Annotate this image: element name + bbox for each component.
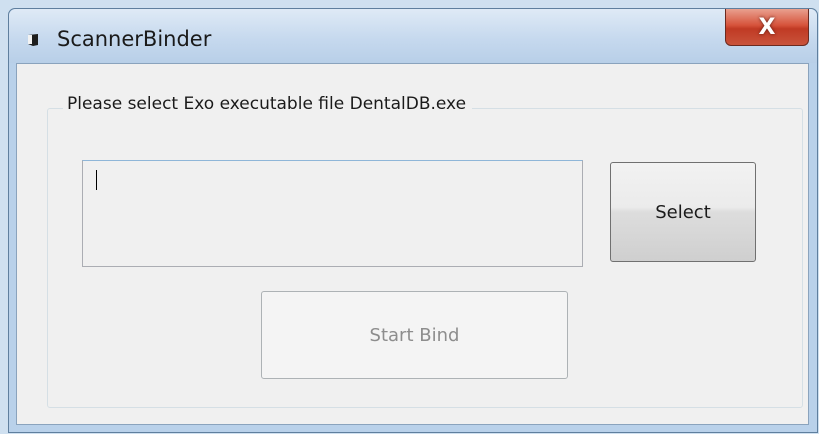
- select-button[interactable]: Select: [610, 162, 756, 262]
- groupbox-label: Please select Exo executable file Dental…: [63, 94, 473, 114]
- start-bind-button[interactable]: Start Bind: [261, 291, 568, 379]
- close-button[interactable]: X: [725, 9, 809, 46]
- text-caret: [96, 170, 97, 190]
- select-button-label: Select: [655, 201, 711, 223]
- app-window: ScannerBinder X Please select Exo execut…: [8, 8, 818, 433]
- window-title: ScannerBinder: [57, 27, 212, 51]
- window-client-area: Please select Exo executable file Dental…: [16, 63, 809, 425]
- file-path-input[interactable]: [82, 160, 583, 267]
- start-bind-button-label: Start Bind: [369, 324, 460, 346]
- title-bar[interactable]: ScannerBinder X: [9, 9, 817, 63]
- app-icon: [28, 34, 38, 46]
- close-icon: X: [758, 14, 776, 40]
